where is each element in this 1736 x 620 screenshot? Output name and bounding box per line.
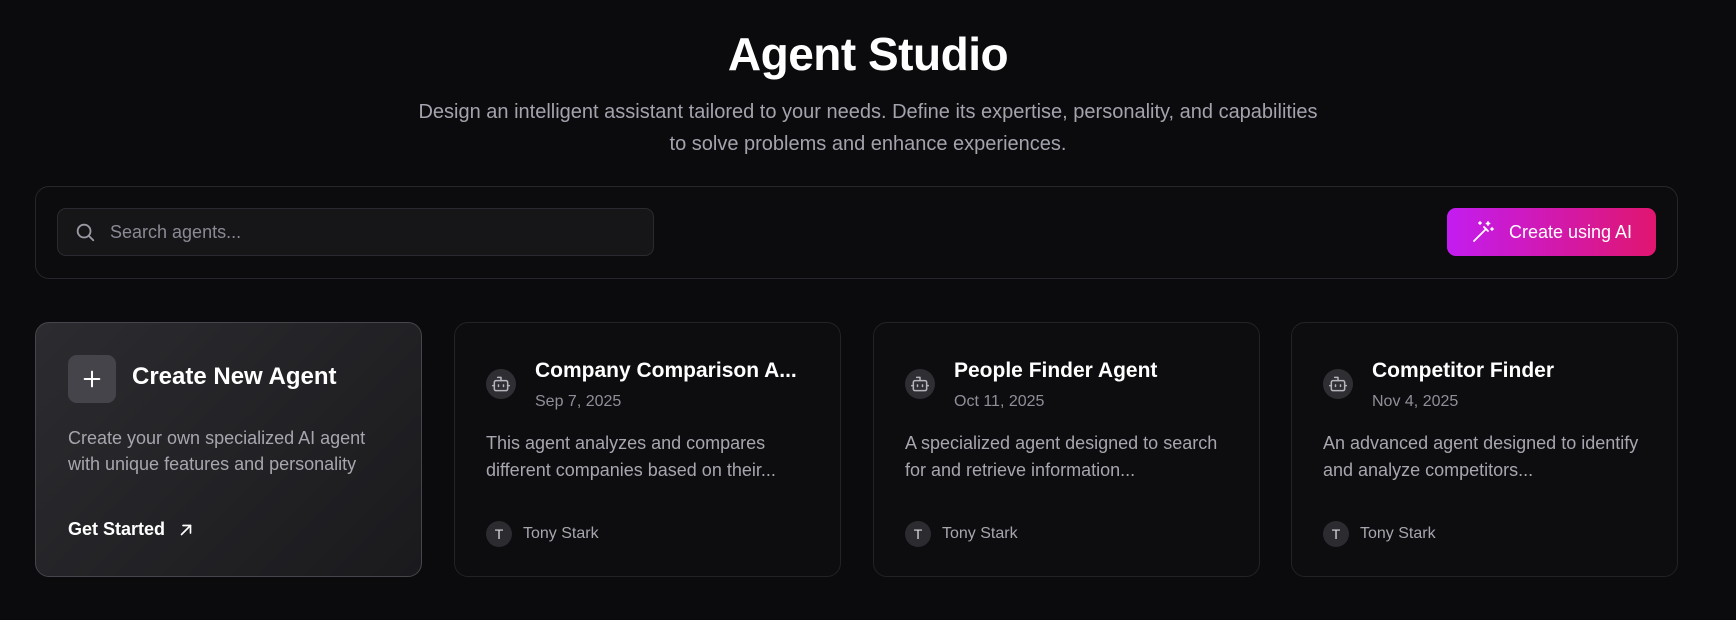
plus-icon (68, 355, 116, 403)
agent-card[interactable]: People Finder Agent Oct 11, 2025 A speci… (873, 322, 1260, 577)
create-card-description: Create your own specialized AI agent wit… (68, 428, 366, 474)
agent-name: Competitor Finder (1372, 359, 1554, 382)
bot-icon (905, 369, 935, 399)
create-new-agent-card[interactable]: Create New Agent Create your own special… (35, 322, 422, 577)
agent-date: Sep 7, 2025 (535, 393, 622, 410)
search-box[interactable] (57, 208, 654, 256)
agent-author: T Tony Stark (1323, 521, 1436, 547)
agent-studio-page: Agent Studio Design an intelligent assis… (0, 0, 1736, 620)
agent-description: This agent analyzes and compares differe… (486, 433, 776, 480)
avatar: T (1323, 521, 1349, 547)
agent-author: T Tony Stark (486, 521, 599, 547)
agent-description: An advanced agent designed to identify a… (1323, 433, 1639, 480)
arrow-up-right-icon (180, 524, 192, 535)
search-input[interactable] (110, 209, 653, 255)
agent-name: Company Comparison A... (535, 359, 797, 382)
get-started-link[interactable]: Get Started (68, 519, 195, 540)
agent-description: A specialized agent designed to search f… (905, 433, 1218, 480)
author-name: Tony Stark (942, 525, 1018, 542)
create-card-title: Create New Agent (132, 363, 337, 390)
agent-author: T Tony Stark (905, 521, 1018, 547)
toolbar: Create using AI (35, 186, 1678, 279)
author-name: Tony Stark (523, 525, 599, 542)
search-icon (76, 223, 95, 242)
bot-icon (1323, 369, 1353, 399)
page-subtitle: Design an intelligent assistant tailored… (418, 101, 1318, 155)
agent-card[interactable]: Competitor Finder Nov 4, 2025 An advance… (1291, 322, 1678, 577)
create-using-ai-label: Create using AI (1508, 221, 1633, 242)
page-title: Agent Studio (727, 28, 1009, 80)
get-started-label: Get Started (68, 519, 166, 539)
author-name: Tony Stark (1360, 525, 1436, 542)
magic-wand-icon (1473, 221, 1494, 242)
avatar: T (486, 521, 512, 547)
bot-icon (486, 369, 516, 399)
agent-name: People Finder Agent (954, 359, 1158, 382)
agent-card[interactable]: Company Comparison A... Sep 7, 2025 This… (454, 322, 841, 577)
page-header: Agent Studio Design an intelligent assis… (0, 26, 1736, 160)
avatar: T (905, 521, 931, 547)
agent-date: Nov 4, 2025 (1372, 393, 1459, 410)
agent-date: Oct 11, 2025 (954, 393, 1045, 410)
create-using-ai-button[interactable]: Create using AI (1447, 208, 1656, 256)
